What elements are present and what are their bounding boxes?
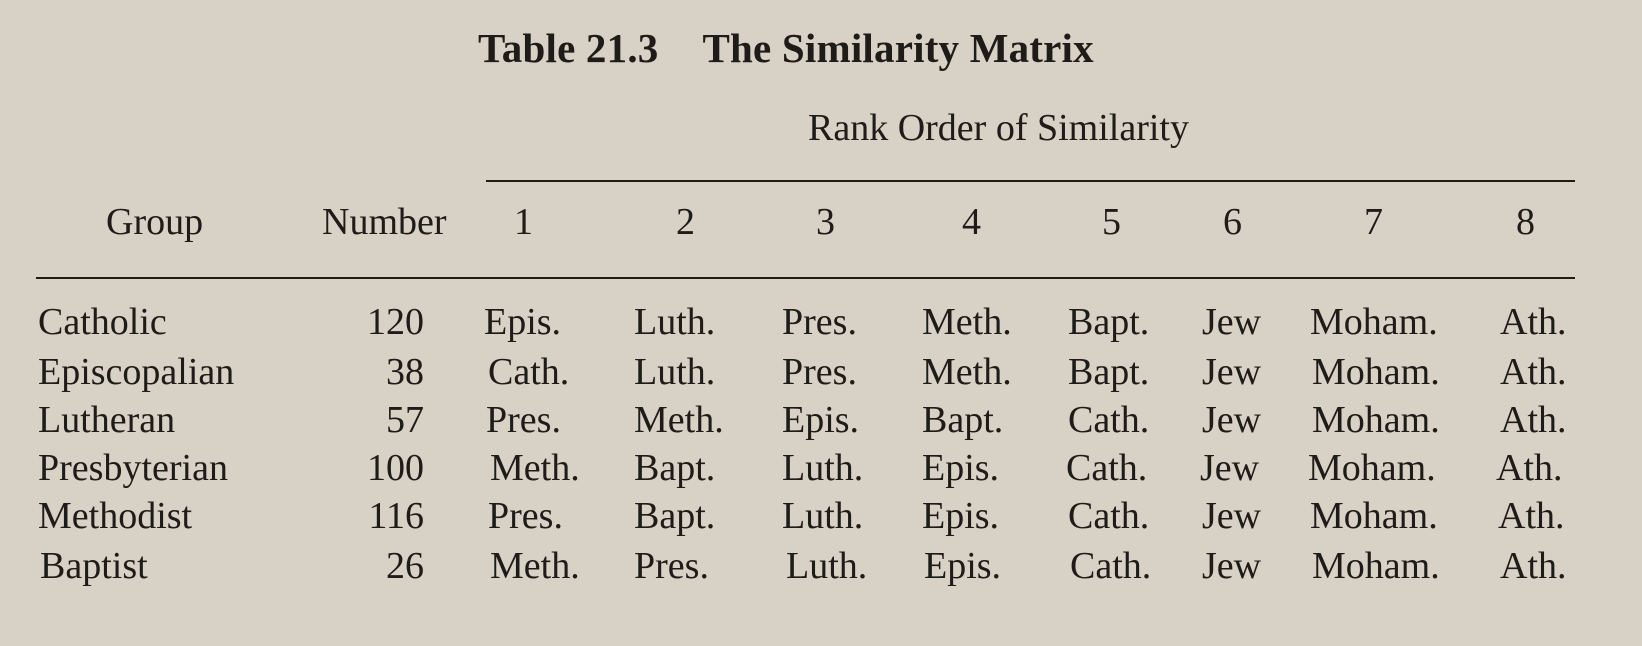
- rank-7-cell: Moham.: [1312, 545, 1440, 587]
- rank-6-cell: Jew: [1200, 447, 1260, 489]
- group-name: Methodist: [38, 495, 193, 537]
- column-header-rank-8: 8: [1516, 201, 1535, 243]
- rank-7-cell: Moham.: [1310, 301, 1438, 343]
- rank-4-cell: Epis.: [922, 447, 1000, 489]
- rank-header-rule: [486, 180, 1575, 182]
- rank-3-cell: Pres.: [782, 301, 857, 343]
- document-page: Table 21.3 The Similarity Matrix Rank Ord…: [0, 0, 1642, 646]
- rank-8-cell: Ath.: [1500, 351, 1567, 393]
- rank-4-cell: Meth.: [922, 301, 1012, 343]
- rank-6-cell: Jew: [1202, 351, 1262, 393]
- column-header-rank-5: 5: [1102, 201, 1121, 243]
- table-row: Presbyterian 100 Meth. Bapt. Luth. Epis.…: [0, 446, 1642, 494]
- group-count: 100: [367, 447, 424, 489]
- group-count: 26: [386, 545, 424, 587]
- table-row: Catholic 120 Epis. Luth. Pres. Meth. Bap…: [0, 300, 1642, 348]
- rank-3-cell: Luth.: [782, 495, 864, 537]
- rank-8-cell: Ath.: [1500, 399, 1567, 441]
- header-body-rule: [36, 277, 1575, 279]
- rank-5-cell: Cath.: [1068, 495, 1150, 537]
- group-count: 120: [367, 301, 424, 343]
- group-count: 116: [368, 495, 424, 537]
- rank-8-cell: Ath.: [1496, 447, 1563, 489]
- rank-6-cell: Jew: [1202, 399, 1262, 441]
- rank-4-cell: Epis.: [924, 545, 1002, 587]
- column-header-rank-2: 2: [676, 201, 695, 243]
- table-row: Baptist 26 Meth. Pres. Luth. Epis. Cath.…: [0, 544, 1642, 592]
- table-row: Episcopalian 38 Cath. Luth. Pres. Meth. …: [0, 350, 1642, 398]
- column-header-group: Group: [106, 201, 204, 243]
- rank-8-cell: Ath.: [1498, 495, 1565, 537]
- rank-1-cell: Meth.: [490, 447, 580, 489]
- rank-4-cell: Bapt.: [922, 399, 1004, 441]
- rank-4-cell: Epis.: [922, 495, 1000, 537]
- rank-5-cell: Cath.: [1070, 545, 1152, 587]
- rank-7-cell: Moham.: [1310, 495, 1438, 537]
- rank-order-header: Rank Order of Similarity: [808, 107, 1189, 149]
- rank-1-cell: Cath.: [488, 351, 570, 393]
- column-header-rank-3: 3: [816, 201, 835, 243]
- rank-8-cell: Ath.: [1500, 545, 1567, 587]
- group-name: Episcopalian: [38, 351, 235, 393]
- rank-7-cell: Moham.: [1312, 399, 1440, 441]
- rank-6-cell: Jew: [1202, 301, 1262, 343]
- rank-4-cell: Meth.: [922, 351, 1012, 393]
- group-name: Baptist: [40, 545, 148, 587]
- rank-7-cell: Moham.: [1308, 447, 1436, 489]
- table-title: Table 21.3 The Similarity Matrix: [478, 24, 1094, 72]
- rank-2-cell: Bapt.: [634, 495, 716, 537]
- group-name: Catholic: [38, 301, 167, 343]
- column-header-rank-1: 1: [514, 201, 533, 243]
- rank-7-cell: Moham.: [1312, 351, 1440, 393]
- column-header-number: Number: [322, 201, 447, 243]
- rank-1-cell: Epis.: [484, 301, 562, 343]
- rank-1-cell: Pres.: [488, 495, 563, 537]
- rank-2-cell: Luth.: [634, 301, 716, 343]
- rank-5-cell: Bapt.: [1068, 301, 1150, 343]
- rank-2-cell: Pres.: [634, 545, 709, 587]
- rank-5-cell: Bapt.: [1068, 351, 1150, 393]
- group-name: Lutheran: [38, 399, 176, 441]
- column-header-rank-4: 4: [962, 201, 981, 243]
- rank-1-cell: Meth.: [490, 545, 580, 587]
- rank-6-cell: Jew: [1202, 545, 1262, 587]
- rank-5-cell: Cath.: [1068, 399, 1150, 441]
- rank-3-cell: Pres.: [782, 351, 857, 393]
- column-header-rank-7: 7: [1364, 201, 1383, 243]
- table-row: Methodist 116 Pres. Bapt. Luth. Epis. Ca…: [0, 494, 1642, 542]
- rank-1-cell: Pres.: [486, 399, 561, 441]
- group-name: Presbyterian: [38, 447, 228, 489]
- table-row: Lutheran 57 Pres. Meth. Epis. Bapt. Cath…: [0, 398, 1642, 446]
- rank-8-cell: Ath.: [1500, 301, 1567, 343]
- table-title-text: The Similarity Matrix: [702, 25, 1094, 71]
- group-count: 57: [386, 399, 424, 441]
- rank-6-cell: Jew: [1202, 495, 1262, 537]
- rank-3-cell: Luth.: [786, 545, 868, 587]
- rank-2-cell: Luth.: [634, 351, 716, 393]
- rank-2-cell: Meth.: [634, 399, 724, 441]
- table-number: Table 21.3: [478, 25, 659, 71]
- column-header-rank-6: 6: [1223, 201, 1242, 243]
- rank-2-cell: Bapt.: [634, 447, 716, 489]
- rank-3-cell: Luth.: [782, 447, 864, 489]
- rank-3-cell: Epis.: [782, 399, 860, 441]
- rank-5-cell: Cath.: [1066, 447, 1148, 489]
- group-count: 38: [386, 351, 424, 393]
